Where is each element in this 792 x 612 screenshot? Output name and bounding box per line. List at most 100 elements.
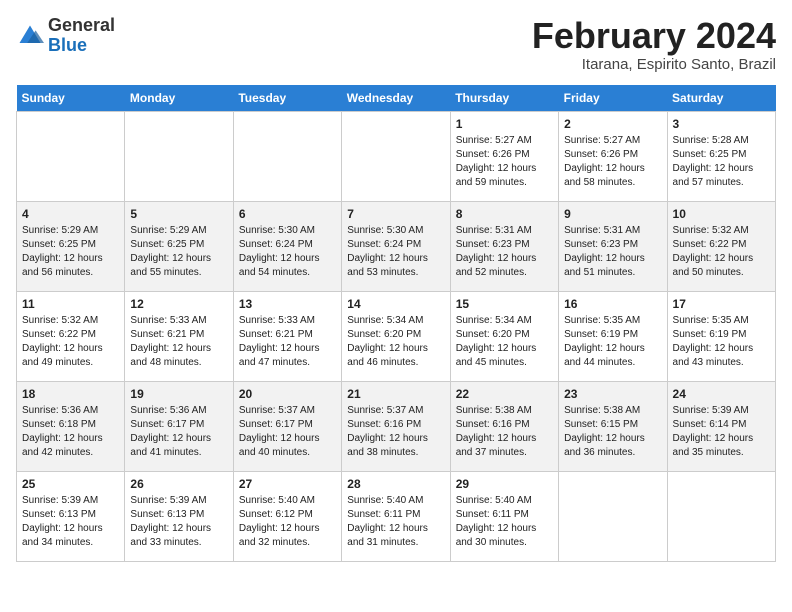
calendar-cell: 24Sunrise: 5:39 AMSunset: 6:14 PMDayligh… [667, 381, 775, 471]
day-number: 6 [239, 206, 336, 223]
day-number: 1 [456, 116, 553, 133]
calendar-cell: 22Sunrise: 5:38 AMSunset: 6:16 PMDayligh… [450, 381, 558, 471]
calendar-cell: 21Sunrise: 5:37 AMSunset: 6:16 PMDayligh… [342, 381, 450, 471]
day-number: 27 [239, 476, 336, 493]
day-info: Sunset: 6:11 PM [456, 508, 553, 522]
day-number: 20 [239, 386, 336, 403]
day-info: Sunrise: 5:39 AM [22, 494, 119, 508]
calendar-cell: 16Sunrise: 5:35 AMSunset: 6:19 PMDayligh… [559, 291, 667, 381]
day-number: 23 [564, 386, 661, 403]
calendar-cell [667, 471, 775, 561]
day-info: Sunrise: 5:40 AM [239, 494, 336, 508]
day-info: Daylight: 12 hours and 46 minutes. [347, 342, 444, 370]
day-info: Sunrise: 5:31 AM [564, 224, 661, 238]
calendar-cell: 18Sunrise: 5:36 AMSunset: 6:18 PMDayligh… [17, 381, 125, 471]
calendar-cell: 2Sunrise: 5:27 AMSunset: 6:26 PMDaylight… [559, 111, 667, 201]
day-number: 29 [456, 476, 553, 493]
day-info: Daylight: 12 hours and 42 minutes. [22, 432, 119, 460]
calendar-cell: 8Sunrise: 5:31 AMSunset: 6:23 PMDaylight… [450, 201, 558, 291]
day-info: Sunset: 6:13 PM [22, 508, 119, 522]
day-info: Sunrise: 5:37 AM [347, 404, 444, 418]
day-info: Daylight: 12 hours and 54 minutes. [239, 252, 336, 280]
calendar-cell: 3Sunrise: 5:28 AMSunset: 6:25 PMDaylight… [667, 111, 775, 201]
day-info: Sunrise: 5:30 AM [239, 224, 336, 238]
day-info: Sunset: 6:25 PM [22, 238, 119, 252]
calendar-week-2: 11Sunrise: 5:32 AMSunset: 6:22 PMDayligh… [17, 291, 776, 381]
day-info: Sunset: 6:16 PM [347, 418, 444, 432]
day-info: Sunrise: 5:31 AM [456, 224, 553, 238]
day-info: Sunrise: 5:34 AM [456, 314, 553, 328]
calendar-week-0: 1Sunrise: 5:27 AMSunset: 6:26 PMDaylight… [17, 111, 776, 201]
calendar-cell [125, 111, 233, 201]
day-info: Sunrise: 5:38 AM [456, 404, 553, 418]
logo-general-text: General [48, 15, 115, 35]
day-info: Sunrise: 5:37 AM [239, 404, 336, 418]
day-info: Sunset: 6:26 PM [456, 148, 553, 162]
calendar-week-4: 25Sunrise: 5:39 AMSunset: 6:13 PMDayligh… [17, 471, 776, 561]
day-number: 28 [347, 476, 444, 493]
calendar-cell: 6Sunrise: 5:30 AMSunset: 6:24 PMDaylight… [233, 201, 341, 291]
calendar-cell: 23Sunrise: 5:38 AMSunset: 6:15 PMDayligh… [559, 381, 667, 471]
calendar-cell: 12Sunrise: 5:33 AMSunset: 6:21 PMDayligh… [125, 291, 233, 381]
day-info: Daylight: 12 hours and 34 minutes. [22, 522, 119, 550]
calendar-body: 1Sunrise: 5:27 AMSunset: 6:26 PMDaylight… [17, 111, 776, 561]
day-info: Sunset: 6:14 PM [673, 418, 770, 432]
day-header-sunday: Sunday [17, 85, 125, 112]
day-info: Sunset: 6:21 PM [239, 328, 336, 342]
day-info: Daylight: 12 hours and 53 minutes. [347, 252, 444, 280]
day-info: Sunset: 6:24 PM [347, 238, 444, 252]
day-info: Sunrise: 5:27 AM [456, 134, 553, 148]
day-info: Sunrise: 5:29 AM [130, 224, 227, 238]
day-info: Daylight: 12 hours and 30 minutes. [456, 522, 553, 550]
logo-icon [16, 22, 44, 50]
calendar-cell [17, 111, 125, 201]
day-info: Sunrise: 5:38 AM [564, 404, 661, 418]
title-block: February 2024 Itarana, Espirito Santo, B… [532, 16, 776, 73]
day-header-wednesday: Wednesday [342, 85, 450, 112]
day-info: Sunset: 6:19 PM [564, 328, 661, 342]
day-info: Daylight: 12 hours and 31 minutes. [347, 522, 444, 550]
logo-text: General Blue [48, 16, 115, 56]
day-number: 25 [22, 476, 119, 493]
calendar-cell: 7Sunrise: 5:30 AMSunset: 6:24 PMDaylight… [342, 201, 450, 291]
calendar-week-1: 4Sunrise: 5:29 AMSunset: 6:25 PMDaylight… [17, 201, 776, 291]
day-info: Sunset: 6:12 PM [239, 508, 336, 522]
calendar-cell: 14Sunrise: 5:34 AMSunset: 6:20 PMDayligh… [342, 291, 450, 381]
day-info: Sunset: 6:22 PM [673, 238, 770, 252]
day-info: Daylight: 12 hours and 44 minutes. [564, 342, 661, 370]
day-number: 13 [239, 296, 336, 313]
day-number: 10 [673, 206, 770, 223]
calendar-week-3: 18Sunrise: 5:36 AMSunset: 6:18 PMDayligh… [17, 381, 776, 471]
day-info: Sunset: 6:25 PM [130, 238, 227, 252]
day-number: 24 [673, 386, 770, 403]
page-header: General Blue February 2024 Itarana, Espi… [16, 16, 776, 73]
month-title: February 2024 [532, 16, 776, 56]
day-header-tuesday: Tuesday [233, 85, 341, 112]
location: Itarana, Espirito Santo, Brazil [532, 56, 776, 73]
day-info: Daylight: 12 hours and 48 minutes. [130, 342, 227, 370]
day-number: 3 [673, 116, 770, 133]
day-number: 19 [130, 386, 227, 403]
calendar-cell: 28Sunrise: 5:40 AMSunset: 6:11 PMDayligh… [342, 471, 450, 561]
logo: General Blue [16, 16, 115, 56]
day-info: Sunset: 6:13 PM [130, 508, 227, 522]
calendar-cell: 19Sunrise: 5:36 AMSunset: 6:17 PMDayligh… [125, 381, 233, 471]
day-info: Sunrise: 5:35 AM [564, 314, 661, 328]
day-info: Sunset: 6:25 PM [673, 148, 770, 162]
day-info: Daylight: 12 hours and 35 minutes. [673, 432, 770, 460]
day-info: Sunset: 6:23 PM [564, 238, 661, 252]
day-number: 9 [564, 206, 661, 223]
day-info: Daylight: 12 hours and 58 minutes. [564, 162, 661, 190]
day-info: Daylight: 12 hours and 43 minutes. [673, 342, 770, 370]
day-info: Daylight: 12 hours and 52 minutes. [456, 252, 553, 280]
day-info: Daylight: 12 hours and 51 minutes. [564, 252, 661, 280]
calendar-cell: 29Sunrise: 5:40 AMSunset: 6:11 PMDayligh… [450, 471, 558, 561]
day-info: Sunrise: 5:27 AM [564, 134, 661, 148]
day-info: Daylight: 12 hours and 56 minutes. [22, 252, 119, 280]
day-number: 11 [22, 296, 119, 313]
day-header-row: SundayMondayTuesdayWednesdayThursdayFrid… [17, 85, 776, 112]
day-number: 4 [22, 206, 119, 223]
day-header-monday: Monday [125, 85, 233, 112]
day-info: Sunset: 6:16 PM [456, 418, 553, 432]
day-info: Sunrise: 5:28 AM [673, 134, 770, 148]
